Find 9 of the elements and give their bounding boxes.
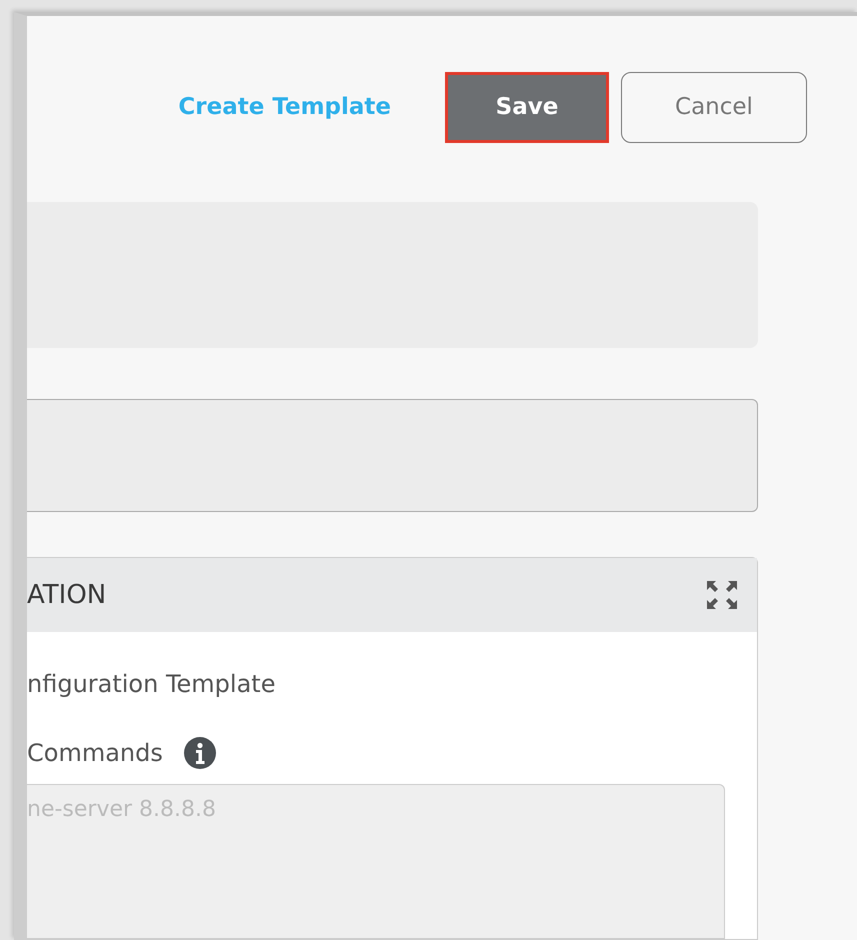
commands-label: Commands (27, 739, 163, 767)
expand-icon[interactable] (705, 579, 739, 611)
create-template-link[interactable]: Create Template (178, 94, 391, 120)
info-icon[interactable] (182, 736, 217, 770)
section-title: ATION (27, 580, 106, 610)
input-field[interactable] (27, 399, 758, 512)
save-button[interactable]: Save (445, 72, 609, 142)
cancel-button[interactable]: Cancel (621, 72, 807, 142)
template-label: nfiguration Template (27, 670, 276, 698)
